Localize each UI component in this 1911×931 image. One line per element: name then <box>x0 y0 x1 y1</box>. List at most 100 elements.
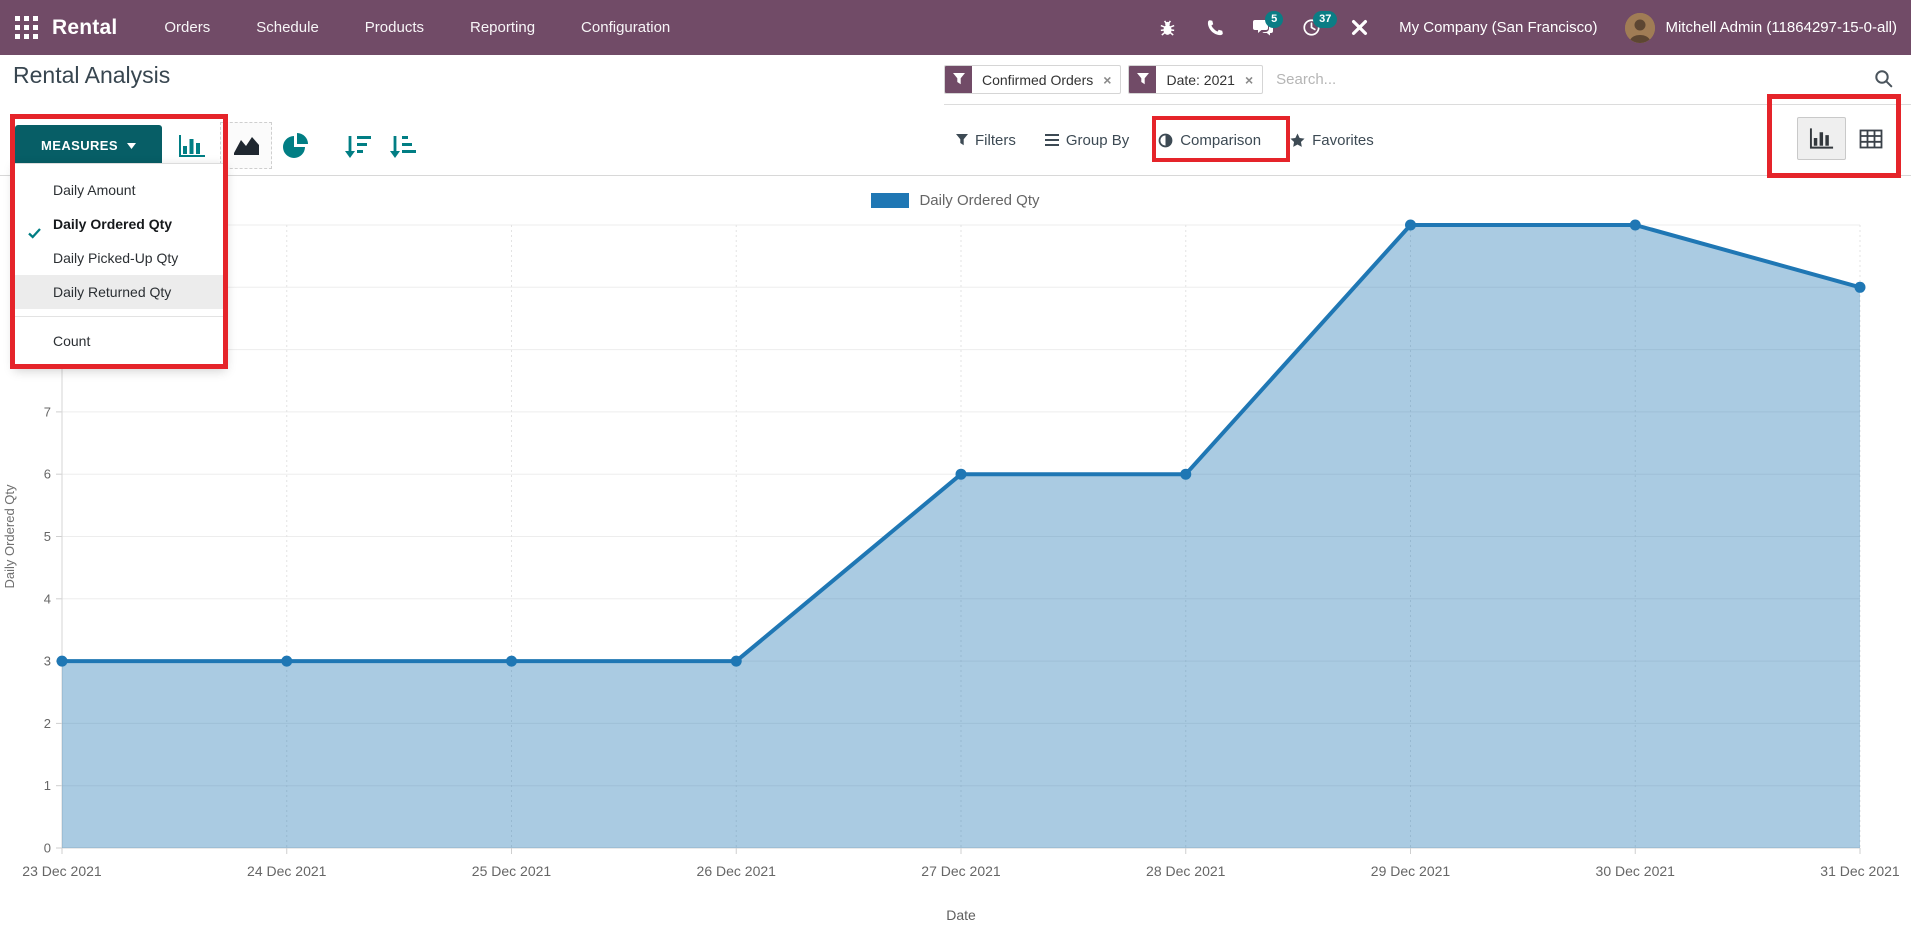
chevron-down-icon <box>127 143 136 149</box>
nav-configuration[interactable]: Configuration <box>558 0 693 55</box>
svg-text:0: 0 <box>44 841 51 856</box>
line-chart-mode-button-active[interactable] <box>220 122 272 169</box>
bar-chart-icon <box>178 134 206 158</box>
top-bar: Rental OrdersScheduleProductsReportingCo… <box>0 0 1911 55</box>
search-input[interactable] <box>1276 71 1506 88</box>
group-by-button[interactable]: Group By <box>1045 132 1129 149</box>
sort-ascending-button[interactable] <box>388 134 418 158</box>
svg-text:5: 5 <box>44 529 51 544</box>
facet-funnel-icon <box>953 73 965 86</box>
facet-label: Confirmed Orders <box>972 66 1103 93</box>
messages-badge: 5 <box>1265 11 1283 28</box>
debug-bug-icon[interactable] <box>1157 18 1177 38</box>
activities-badge: 37 <box>1313 11 1337 28</box>
svg-text:26 Dec 2021: 26 Dec 2021 <box>697 863 777 879</box>
pivot-view-button[interactable] <box>1846 117 1895 160</box>
measure-option-daily-ordered-qty[interactable]: Daily Ordered Qty <box>15 207 225 241</box>
data-point-24-dec-2021[interactable] <box>281 656 292 667</box>
facet-icon <box>1129 66 1156 93</box>
svg-text:25 Dec 2021: 25 Dec 2021 <box>472 863 552 879</box>
apps-menu-icon[interactable] <box>14 16 38 40</box>
page-title: Rental Analysis <box>13 62 170 89</box>
comparison-half-circle-icon <box>1158 133 1173 148</box>
measures-button[interactable]: MEASURES <box>15 125 162 166</box>
nav-schedule[interactable]: Schedule <box>233 0 342 55</box>
comparison-button[interactable]: Comparison <box>1158 132 1261 149</box>
check-icon <box>28 228 41 239</box>
measure-option-count[interactable]: Count <box>15 324 225 358</box>
measure-option-daily-amount[interactable]: Daily Amount <box>15 173 225 207</box>
chart-legend[interactable]: Daily Ordered Qty <box>0 192 1911 209</box>
view-switcher <box>1797 117 1895 160</box>
messages-icon[interactable]: 5 <box>1253 18 1273 38</box>
svg-text:29 Dec 2021: 29 Dec 2021 <box>1371 863 1451 879</box>
svg-text:31 Dec 2021: 31 Dec 2021 <box>1820 863 1900 879</box>
pivot-table-icon <box>1859 129 1883 149</box>
graph-toolbar: MEASURES <box>15 122 418 169</box>
svg-text:24 Dec 2021: 24 Dec 2021 <box>247 863 327 879</box>
grid-apps-icon <box>15 16 38 39</box>
x-axis: 23 Dec 202124 Dec 202125 Dec 202126 Dec … <box>22 848 1900 879</box>
app-brand[interactable]: Rental <box>52 16 117 40</box>
search-icon[interactable] <box>1874 69 1893 93</box>
phone-icon[interactable] <box>1205 18 1225 38</box>
search-bar[interactable]: Confirmed Orders×Date: 2021× <box>944 55 1911 105</box>
nav-orders[interactable]: Orders <box>141 0 233 55</box>
svg-text:27 Dec 2021: 27 Dec 2021 <box>921 863 1001 879</box>
svg-text:6: 6 <box>44 467 51 482</box>
legend-label: Daily Ordered Qty <box>919 192 1039 209</box>
top-nav: OrdersScheduleProductsReportingConfigura… <box>141 0 693 55</box>
pie-chart-icon <box>282 133 308 159</box>
graph-view-button[interactable] <box>1797 117 1846 160</box>
svg-text:2: 2 <box>44 716 51 731</box>
nav-products[interactable]: Products <box>342 0 447 55</box>
data-point-30-dec-2021[interactable] <box>1630 220 1641 231</box>
svg-text:4: 4 <box>44 591 51 606</box>
filter-funnel-icon <box>956 134 968 147</box>
y-axis-title: Daily Ordered Qty <box>2 484 17 589</box>
data-point-29-dec-2021[interactable] <box>1405 220 1416 231</box>
search-facet[interactable]: Date: 2021× <box>1128 65 1263 94</box>
user-avatar[interactable] <box>1625 13 1655 43</box>
sort-descending-button[interactable] <box>343 134 373 158</box>
x-axis-title: Date <box>946 907 976 923</box>
measure-option-daily-returned-qty[interactable]: Daily Returned Qty <box>15 275 225 309</box>
measures-dropdown-menu: Daily AmountDaily Ordered QtyDaily Picke… <box>14 163 226 368</box>
rental-analysis-chart[interactable]: 01234567891023 Dec 202124 Dec 202125 Dec… <box>0 218 1911 931</box>
nav-reporting[interactable]: Reporting <box>447 0 558 55</box>
control-panel: Rental Analysis Confirmed Orders×Date: 2… <box>0 55 1911 176</box>
company-switcher[interactable]: My Company (San Francisco) <box>1399 19 1597 36</box>
filters-button[interactable]: Filters <box>956 132 1016 149</box>
search-facets: Confirmed Orders×Date: 2021× <box>944 65 1270 94</box>
area-chart-icon <box>233 136 260 156</box>
star-icon <box>1290 133 1305 148</box>
measure-option-daily-picked-up-qty[interactable]: Daily Picked-Up Qty <box>15 241 225 275</box>
facet-label: Date: 2021 <box>1156 66 1245 93</box>
data-point-28-dec-2021[interactable] <box>1180 469 1191 480</box>
facet-icon <box>945 66 972 93</box>
tools-icon[interactable] <box>1349 18 1369 38</box>
data-point-23-dec-2021[interactable] <box>57 656 68 667</box>
bar-chart-mode-button[interactable] <box>177 134 207 158</box>
sort-desc-icon <box>345 134 372 158</box>
bar-chart-view-icon <box>1809 127 1835 150</box>
svg-text:3: 3 <box>44 654 51 669</box>
user-menu[interactable]: Mitchell Admin (11864297-15-0-all) <box>1665 19 1897 36</box>
topbar-right: 5 37 My Company (San Francisco) <box>1143 0 1911 55</box>
search-options: Filters Group By Comparison Favorite <box>956 118 1374 162</box>
data-point-25-dec-2021[interactable] <box>506 656 517 667</box>
rental-analysis-screen: Rental OrdersScheduleProductsReportingCo… <box>0 0 1911 931</box>
search-facet[interactable]: Confirmed Orders× <box>944 65 1121 94</box>
data-point-27-dec-2021[interactable] <box>956 469 967 480</box>
pie-chart-mode-button[interactable] <box>281 133 309 159</box>
data-point-31-dec-2021[interactable] <box>1855 282 1866 293</box>
facet-remove-icon[interactable]: × <box>1245 66 1262 93</box>
activities-icon[interactable]: 37 <box>1301 18 1321 38</box>
data-point-26-dec-2021[interactable] <box>731 656 742 667</box>
svg-text:7: 7 <box>44 404 51 419</box>
favorites-button[interactable]: Favorites <box>1290 132 1374 149</box>
group-by-icon <box>1045 134 1059 146</box>
facet-remove-icon[interactable]: × <box>1103 66 1120 93</box>
svg-text:30 Dec 2021: 30 Dec 2021 <box>1596 863 1676 879</box>
facet-funnel-icon <box>1137 73 1149 86</box>
